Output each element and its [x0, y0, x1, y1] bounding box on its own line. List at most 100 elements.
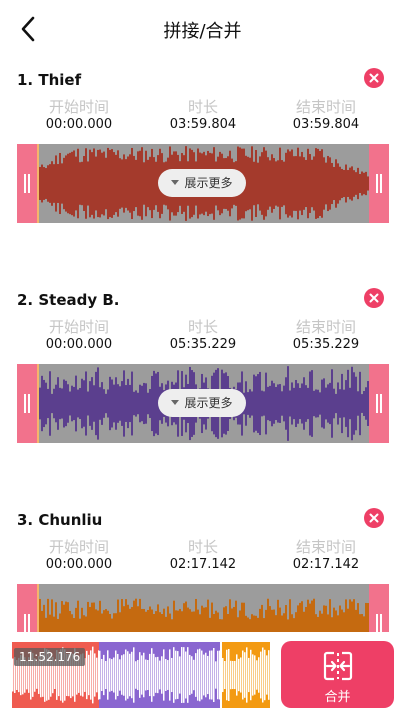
segment-waveform-bar: [211, 650, 213, 700]
waveform-bar: [337, 163, 339, 204]
waveform-bar: [49, 371, 51, 436]
waveform-bar: [65, 155, 67, 212]
segment-waveform-bar: [177, 651, 179, 699]
segment-waveform-bar: [256, 660, 258, 690]
waveform-bar: [135, 159, 137, 208]
start-time-value[interactable]: 00:00.000: [19, 557, 139, 572]
playhead[interactable]: [37, 144, 39, 223]
start-time-value[interactable]: 00:00.000: [19, 337, 139, 352]
waveform-bar: [335, 159, 337, 208]
segment-waveform-bar: [86, 650, 88, 700]
trim-handle-left[interactable]: [17, 144, 37, 223]
trim-handle-right[interactable]: [369, 144, 389, 223]
waveform-bar: [55, 155, 57, 212]
segment-waveform-bar: [173, 647, 175, 703]
waveform-bar: [305, 159, 307, 208]
waveform-bar: [297, 383, 299, 424]
segment-waveform-bar: [139, 652, 141, 698]
waveform-bar: [39, 387, 41, 420]
segment-waveform-bar: [205, 652, 207, 698]
waveform-bar: [77, 148, 79, 219]
segment-waveform-bar: [252, 654, 254, 696]
segment-waveform-bar: [127, 651, 129, 699]
start-time-value[interactable]: 00:00.000: [19, 117, 139, 132]
waveform-bar: [115, 377, 117, 430]
segment-waveform-bar: [161, 656, 163, 694]
waveform-bar: [305, 385, 307, 422]
duration-label: 时长: [187, 98, 218, 116]
trim-handle-right[interactable]: [369, 364, 389, 443]
waveform-bar: [141, 385, 143, 422]
end-time-value[interactable]: 02:17.142: [266, 557, 386, 572]
segment-waveform-bar: [163, 649, 165, 701]
waveform-bar: [137, 151, 139, 216]
waveform-bar: [291, 382, 293, 425]
merge-button[interactable]: 合并: [281, 641, 394, 708]
waveform-bar: [327, 384, 329, 423]
waveform-bar: [323, 378, 325, 429]
waveform-bar: [93, 148, 95, 219]
segment-waveform-bar: [207, 655, 209, 695]
trim-handle-left[interactable]: [17, 364, 37, 443]
waveform-bar: [83, 155, 85, 212]
waveform-bar: [121, 381, 123, 426]
waveform-bar: [251, 146, 253, 221]
waveform-bar: [335, 393, 337, 414]
remove-track-button[interactable]: [364, 288, 384, 308]
waveform-bar: [125, 159, 127, 208]
playhead[interactable]: [37, 364, 39, 443]
waveform-bar: [307, 387, 309, 420]
end-time-value[interactable]: 05:35.229: [266, 337, 386, 352]
waveform-bar: [339, 389, 341, 418]
waveform-bar: [331, 369, 333, 438]
waveform-bar: [55, 384, 57, 423]
bottom-bar: 11:52.176 合并: [0, 632, 405, 720]
segment-waveform-bar: [244, 652, 246, 698]
waveform-bar: [321, 149, 323, 218]
segment-waveform-bar: [103, 654, 105, 696]
segment-waveform-bar: [169, 649, 171, 701]
segment-waveform-bar: [147, 659, 149, 691]
remove-track-button[interactable]: [364, 68, 384, 88]
waveform-bar: [357, 391, 359, 416]
duration-column: 时长 02:17.142: [143, 536, 263, 572]
waveform-bar: [139, 150, 141, 217]
waveform-bar: [271, 380, 273, 427]
waveform-bar: [283, 161, 285, 206]
waveform-bar: [261, 152, 263, 215]
segment-waveform-bar: [115, 650, 117, 700]
waveform-bar: [343, 169, 345, 198]
show-more-button[interactable]: 展示更多: [158, 169, 246, 197]
track-name: 1. Thief: [17, 71, 82, 89]
start-time-column: 开始时间 00:00.000: [19, 96, 139, 132]
timeline-segment-3[interactable]: [222, 642, 270, 708]
caret-down-icon: [171, 180, 180, 185]
waveform-bar: [51, 393, 53, 414]
waveform-bar: [349, 167, 351, 200]
waveform-bar: [119, 386, 121, 421]
start-time-label: 开始时间: [48, 318, 109, 336]
segment-waveform-bar: [191, 656, 193, 694]
show-more-button[interactable]: 展示更多: [158, 389, 246, 417]
waveform-bar: [99, 149, 101, 218]
end-time-value[interactable]: 03:59.804: [266, 117, 386, 132]
segment-waveform-bar: [248, 657, 250, 693]
waveform-bar: [59, 387, 61, 420]
segment-waveform-bar: [258, 657, 260, 693]
waveform-bar: [49, 164, 51, 203]
segment-waveform-bar: [179, 656, 181, 694]
segment-waveform-bar: [131, 651, 133, 699]
waveform-bar: [355, 172, 357, 195]
segment-waveform-bar: [203, 654, 205, 696]
segment-waveform-bar: [193, 659, 195, 691]
segment-waveform-bar: [149, 653, 151, 697]
waveform-bar: [289, 151, 291, 216]
timeline-segment-2[interactable]: [99, 642, 220, 708]
waveform-bar: [83, 380, 85, 427]
remove-track-button[interactable]: [364, 508, 384, 528]
waveform-bar: [319, 151, 321, 216]
waveform-bar: [53, 388, 55, 419]
waveform-bar: [267, 386, 269, 421]
waveform-bar: [147, 392, 149, 415]
duration-column: 时长 05:35.229: [143, 316, 263, 352]
